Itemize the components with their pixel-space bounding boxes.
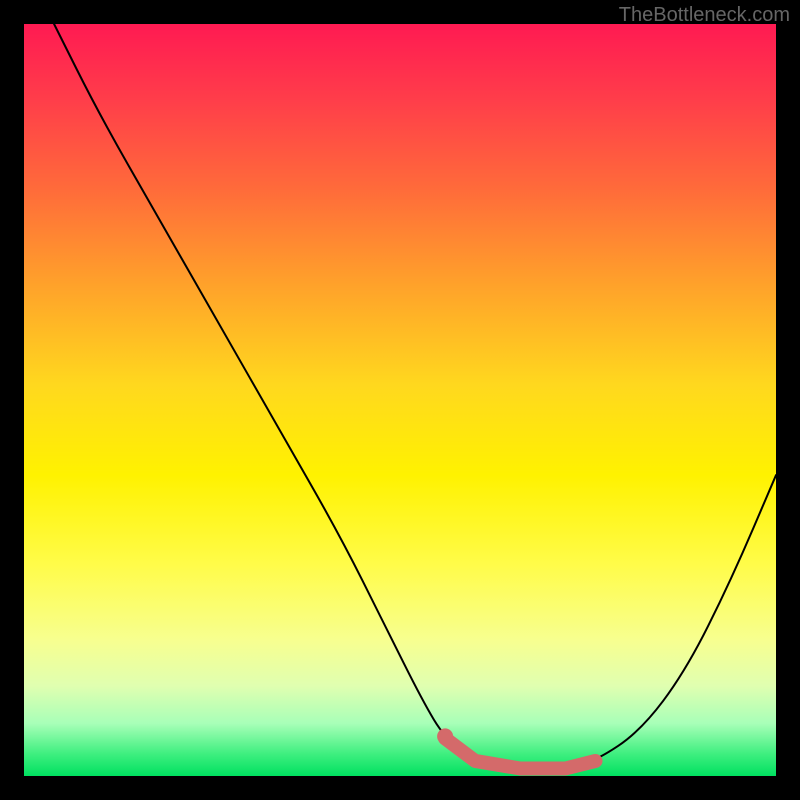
chart-wrapper: TheBottleneck.com xyxy=(0,0,800,800)
bottleneck-curve xyxy=(54,24,776,768)
optimal-highlight-start-dot xyxy=(437,728,453,744)
plot-area xyxy=(24,24,776,776)
curve-svg xyxy=(24,24,776,776)
attribution-text: TheBottleneck.com xyxy=(619,4,790,27)
optimal-highlight xyxy=(445,738,595,768)
